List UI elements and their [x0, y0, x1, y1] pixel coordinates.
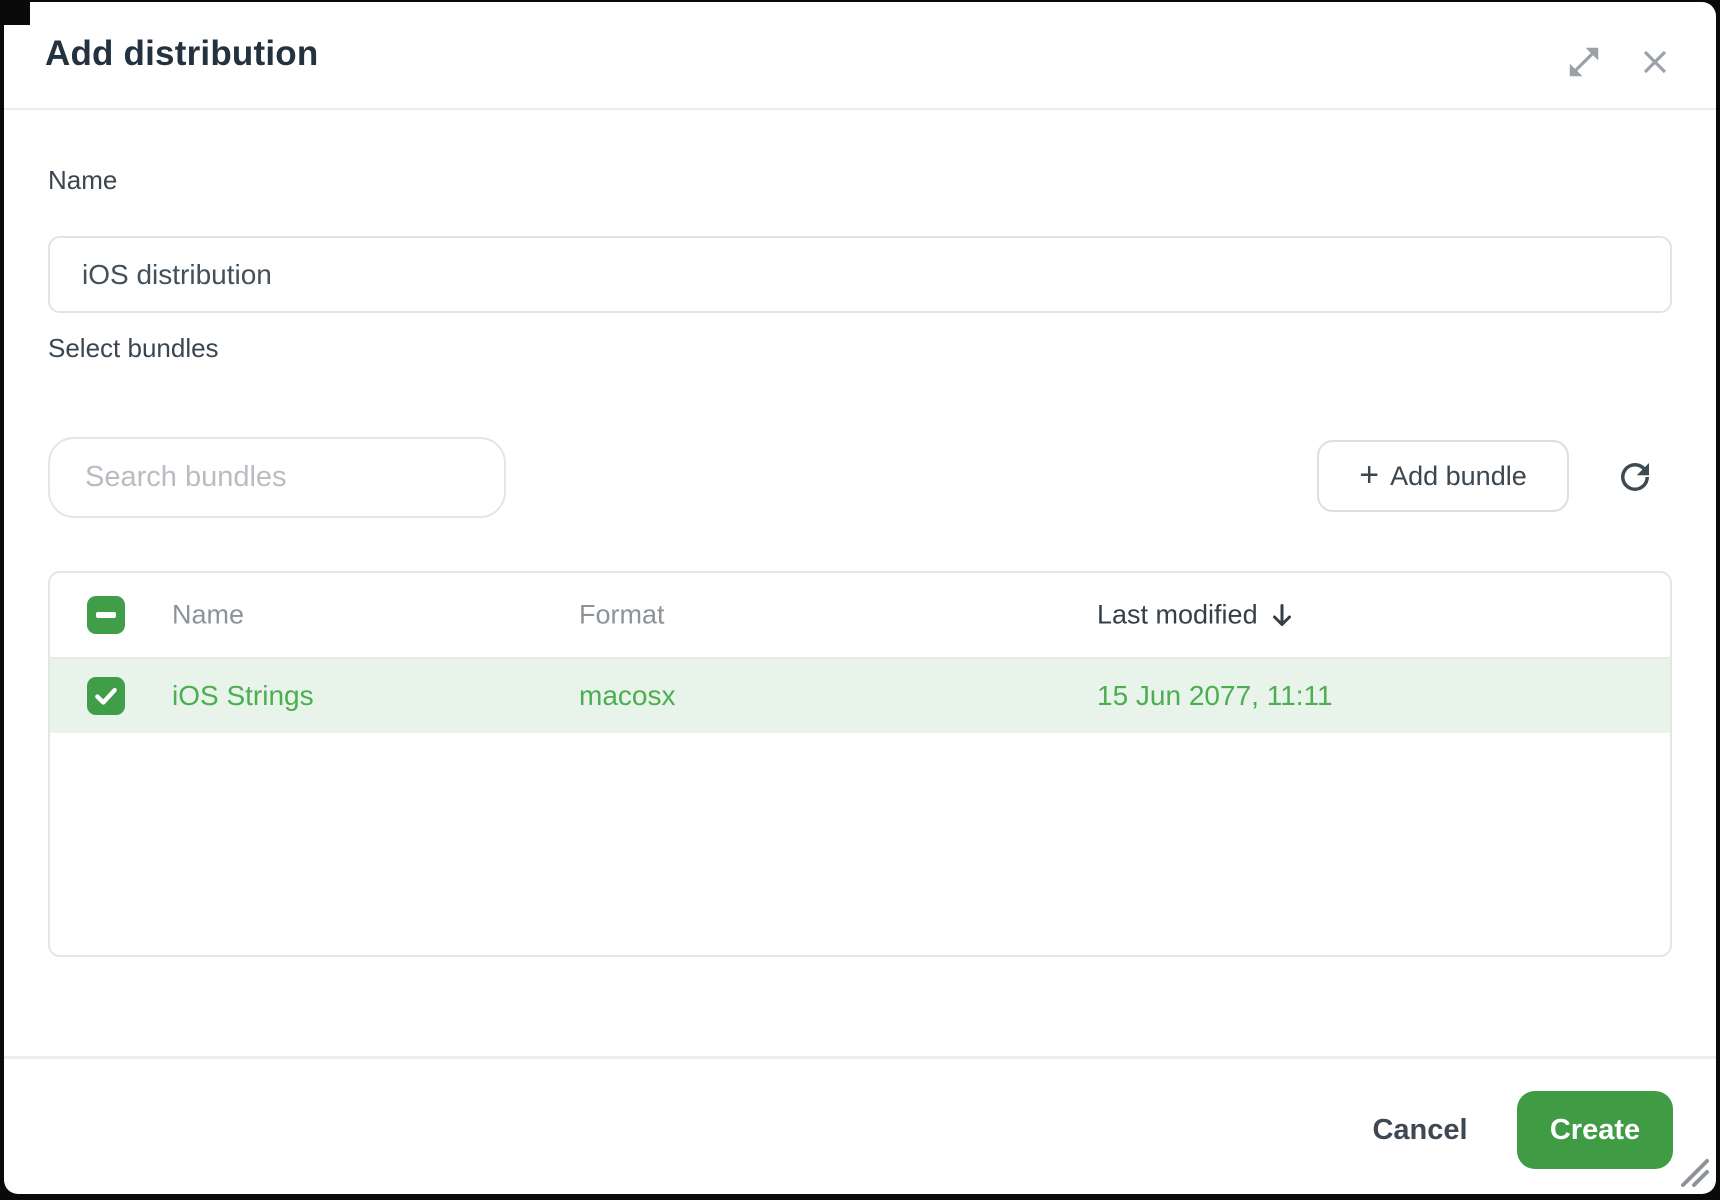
add-bundle-label: Add bundle	[1390, 461, 1527, 492]
resize-handle[interactable]	[1676, 1154, 1712, 1190]
cancel-button[interactable]: Cancel	[1334, 1098, 1506, 1162]
add-bundle-button[interactable]: + Add bundle	[1317, 440, 1569, 512]
expand-button[interactable]	[1562, 40, 1606, 84]
row-checkbox[interactable]	[87, 677, 125, 715]
checkmark-icon	[93, 683, 119, 709]
bundle-name-cell: iOS Strings	[172, 680, 314, 712]
bundles-table: Name Format Last modified	[48, 571, 1672, 957]
plus-icon: +	[1359, 458, 1379, 492]
indeterminate-icon	[96, 612, 116, 618]
add-distribution-dialog: Add distribution Name Select bundles + A…	[4, 2, 1716, 1194]
footer-divider	[4, 1056, 1716, 1059]
select-bundles-label: Select bundles	[48, 333, 219, 364]
sort-desc-arrow-icon	[1270, 601, 1294, 629]
screen-corner-artifact	[0, 0, 30, 25]
table-row[interactable]: iOS Strings macosx 15 Jun 2077, 11:11	[50, 659, 1670, 733]
close-button[interactable]	[1633, 40, 1677, 84]
name-field-label: Name	[48, 165, 117, 196]
select-all-checkbox[interactable]	[87, 596, 125, 634]
refresh-button[interactable]	[1613, 455, 1657, 499]
table-header-row: Name Format Last modified	[50, 573, 1670, 659]
create-button[interactable]: Create	[1517, 1091, 1673, 1169]
dialog-title: Add distribution	[45, 34, 318, 74]
last-modified-label: Last modified	[1097, 600, 1258, 631]
distribution-name-input[interactable]	[48, 236, 1672, 313]
close-icon	[1636, 43, 1674, 81]
resize-grip-icon	[1677, 1155, 1711, 1189]
header-divider	[4, 108, 1716, 110]
search-bundles-input[interactable]	[48, 437, 506, 518]
column-header-name[interactable]: Name	[172, 600, 244, 631]
column-header-last-modified[interactable]: Last modified	[1097, 600, 1294, 631]
refresh-icon	[1614, 456, 1656, 498]
bundle-last-modified-cell: 15 Jun 2077, 11:11	[1097, 680, 1333, 712]
expand-icon	[1565, 43, 1603, 81]
column-header-format[interactable]: Format	[579, 600, 665, 631]
bundle-format-cell: macosx	[579, 680, 675, 712]
